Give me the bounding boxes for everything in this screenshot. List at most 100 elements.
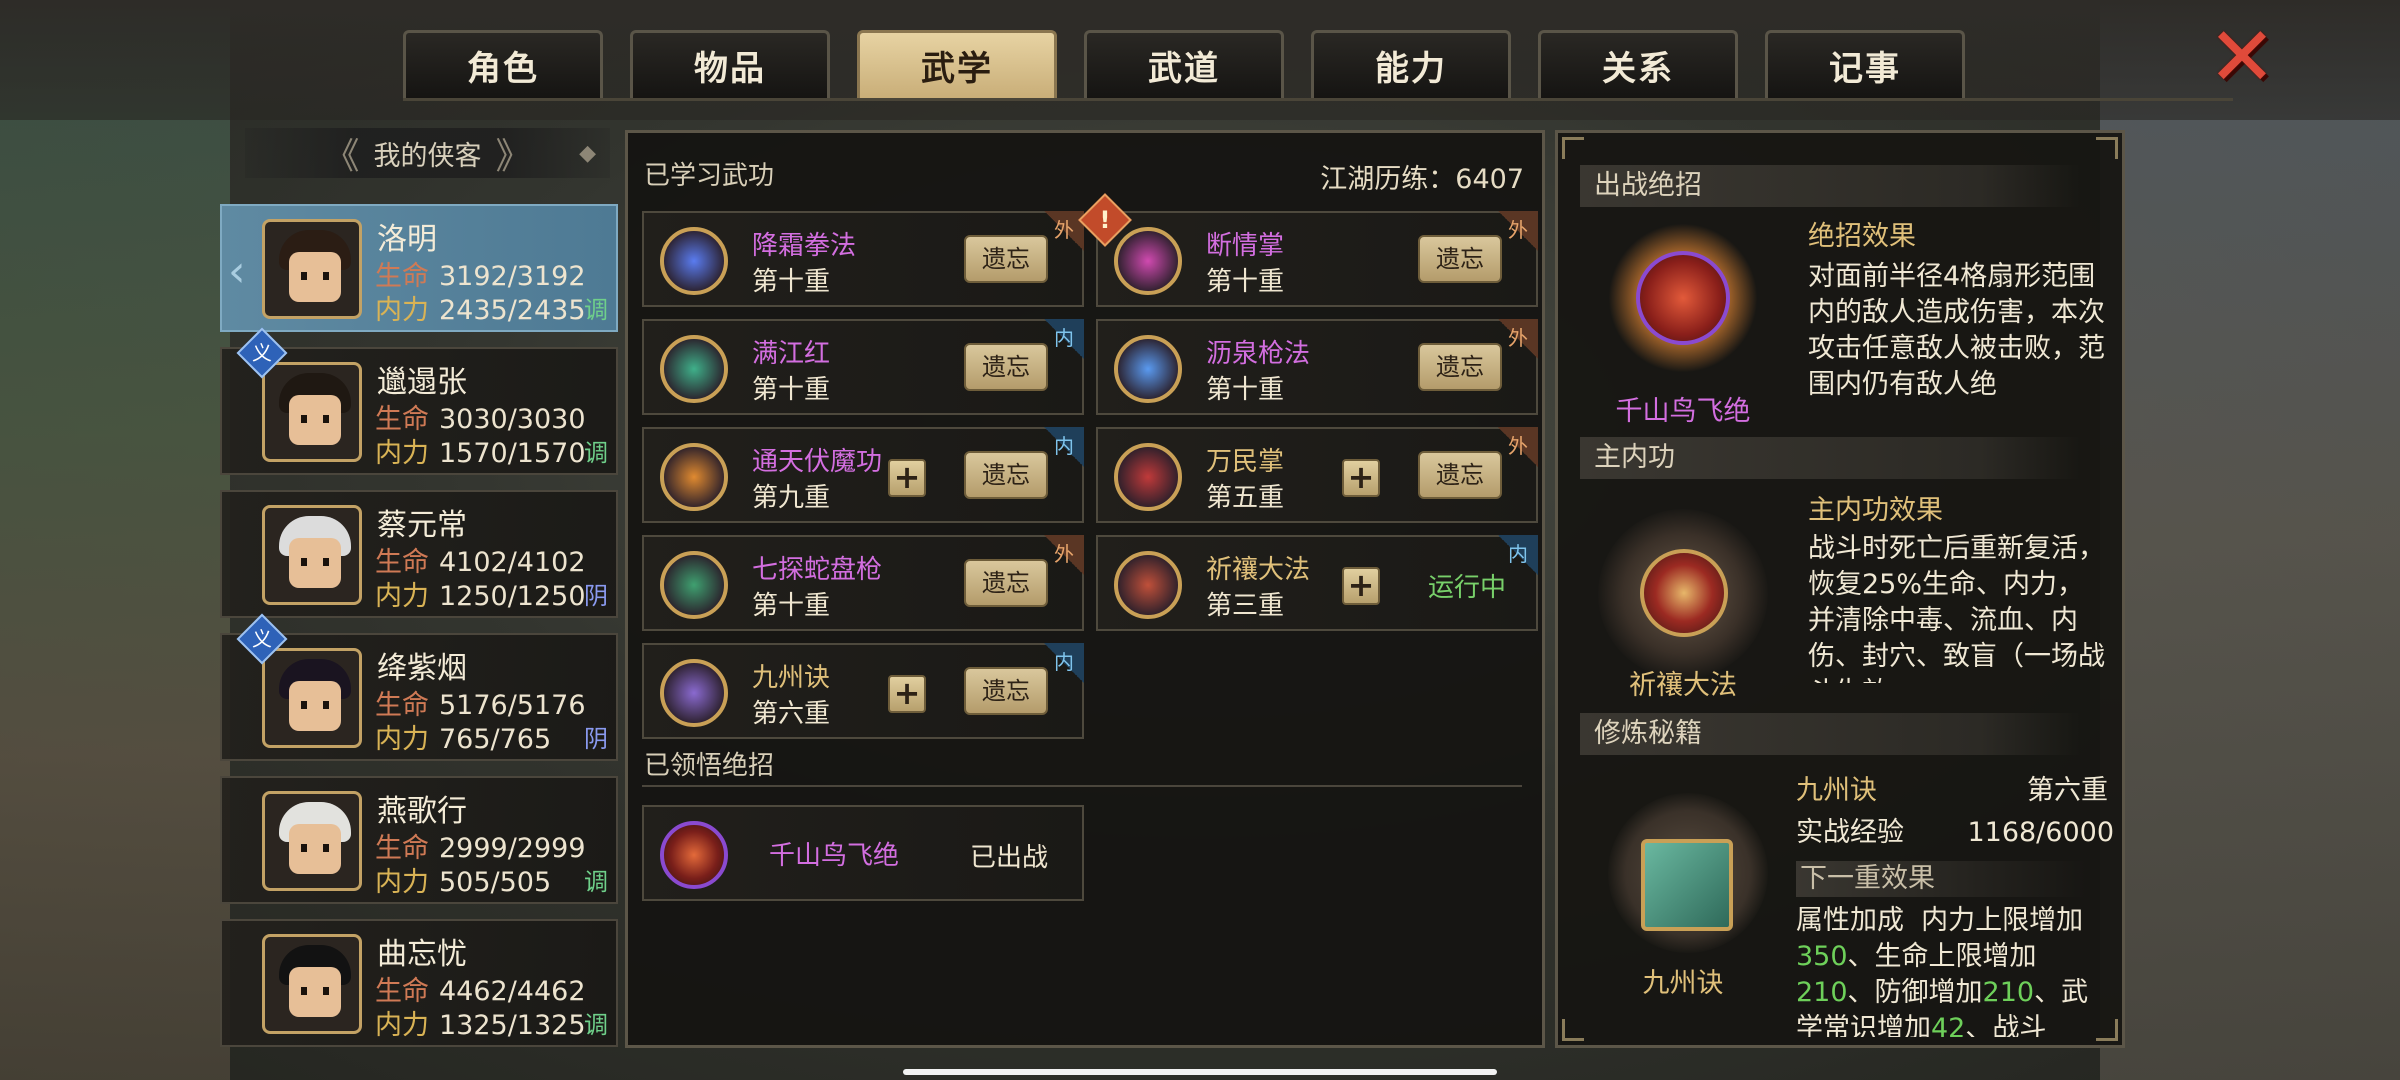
skill-type-tag: 外 [1498, 427, 1538, 467]
tab-3[interactable]: 武道 [1084, 30, 1284, 98]
skill-type-tag: 外 [1498, 319, 1538, 359]
mp-row: 内力 505/505 [375, 867, 552, 898]
tab-6[interactable]: 记事 [1765, 30, 1965, 98]
close-icon[interactable]: ✕ [2202, 17, 2282, 99]
home-indicator[interactable] [903, 1069, 1497, 1075]
element-tag: 调 [584, 1011, 608, 1039]
avatar-eye [323, 844, 329, 852]
book-name-label: 九州诀 [1642, 968, 1724, 999]
skill-card[interactable]: 通天伏魔功第九重 内 + 遗忘 [642, 427, 1084, 523]
book-name: 九州诀 [1796, 775, 1877, 806]
tab-2[interactable]: 武学 [857, 30, 1057, 98]
skill-name: 通天伏魔功 [752, 447, 883, 477]
book-icon[interactable] [1641, 839, 1733, 931]
skill-type-tag: 外 [1498, 211, 1538, 251]
avatar-eye [301, 844, 307, 852]
avatar-eye [301, 701, 307, 709]
skill-name: 沥泉枪法 [1206, 339, 1311, 369]
upgrade-plus-button[interactable]: + [888, 459, 926, 497]
tab-underline [403, 98, 2233, 101]
next-attr-label: 属性加成 [1796, 905, 1904, 936]
tab-5[interactable]: 关系 [1538, 30, 1738, 98]
avatar-face [289, 967, 341, 1017]
forget-button[interactable]: 遗忘 [964, 235, 1048, 283]
skill-card[interactable]: 七探蛇盘枪 第十重 外遗忘 [642, 535, 1084, 631]
forget-button[interactable]: 遗忘 [964, 451, 1048, 499]
upgrade-plus-button[interactable]: + [888, 675, 926, 713]
skill-icon [1114, 227, 1182, 295]
skill-name: 七探蛇盘枪 [752, 555, 883, 585]
tab-0[interactable]: 角色 [403, 30, 603, 98]
forget-button[interactable]: 遗忘 [1418, 451, 1502, 499]
diamond-icon: ◆ [579, 140, 596, 166]
character-card[interactable]: 燕歌行 生命 2999/2999 内力 505/505 调 [220, 776, 618, 904]
forget-button[interactable]: 遗忘 [964, 559, 1048, 607]
skill-card[interactable]: 沥泉枪法 第十重 外遗忘 [1096, 319, 1538, 415]
skill-name: 满江红 [752, 339, 831, 369]
forget-button[interactable]: 遗忘 [1418, 235, 1502, 283]
forget-button[interactable]: 遗忘 [964, 667, 1048, 715]
skill-card[interactable]: 万民掌 第五重 外 + 遗忘 [1096, 427, 1538, 523]
skill-type-tag: 内 [1044, 319, 1084, 359]
book-section-title: 修炼秘籍 [1580, 713, 2080, 755]
frame-corner [1562, 1019, 1584, 1041]
tab-4[interactable]: 能力 [1311, 30, 1511, 98]
character-card[interactable]: 义绛紫烟 生命 5176/5176 内力 765/765 阴 [220, 613, 618, 761]
avatar-eye [301, 558, 307, 566]
section-divider [642, 785, 1522, 787]
mp-row: 内力 765/765 [375, 724, 552, 755]
avatar-eye [323, 987, 329, 995]
skill-type-tag: 内 [1044, 427, 1084, 467]
forget-button[interactable]: 遗忘 [964, 343, 1048, 391]
skill-card[interactable]: 九州诀第六重 内 + 遗忘 [642, 643, 1084, 739]
book-level: 第六重 [2027, 775, 2108, 806]
inner-skill-icon[interactable] [1640, 549, 1728, 637]
skill-icon [660, 335, 728, 403]
avatar-face [289, 395, 341, 445]
inner-section-title: 主内功 [1580, 437, 2080, 479]
character-card[interactable]: 曲忘忧 生命 4462/4462 内力 1325/1325 调 [220, 919, 618, 1047]
ultimate-card[interactable]: 千山鸟飞绝 已出战 [642, 805, 1084, 901]
inner-skill-name: 祈禳大法 [1629, 670, 1737, 701]
tab-1[interactable]: 物品 [630, 30, 830, 98]
skill-card[interactable]: 断情掌 第十重 外遗忘 [1096, 211, 1538, 307]
skill-name: 九州诀 [752, 663, 831, 693]
next-arrow-icon[interactable]: 》 [496, 127, 532, 179]
prev-arrow-icon[interactable]: 《 [323, 127, 359, 179]
avatar-face [289, 824, 341, 874]
avatar-face [289, 252, 341, 302]
skill-level: 第九重 [752, 483, 831, 513]
inner-effect-head: 主内功效果 [1808, 495, 1943, 526]
book-exp-value: 1168/6000 [1967, 817, 2114, 848]
skill-card[interactable]: 满江红 第十重 内遗忘 [642, 319, 1084, 415]
skill-card[interactable]: 降霜拳法 第十重 外遗忘 [642, 211, 1084, 307]
battle-effect-text: 对面前半径4格扇形范围内的敌人造成伤害，本次攻击任意敌人被击败，范围内仍有敌人绝 [1808, 261, 2105, 400]
character-card[interactable]: 义邋遢张 生命 3030/3030 内力 1570/1570 调 [220, 327, 618, 475]
character-name: 绛紫烟 [377, 651, 467, 686]
character-card[interactable]: ‹ 洛明 生命 3192/3192 内力 2435/2435 调 [220, 204, 618, 332]
book-exp-label: 实战经验 [1796, 817, 1904, 848]
element-tag: 阴 [584, 582, 608, 610]
skill-level: 第三重 [1206, 591, 1285, 621]
skill-icon [1114, 335, 1182, 403]
avatar [262, 362, 362, 462]
skill-level: 第六重 [752, 699, 831, 729]
skill-level: 第十重 [752, 267, 831, 297]
upgrade-plus-button[interactable]: + [1342, 567, 1380, 605]
battle-skill-icon[interactable] [1636, 251, 1730, 345]
forget-button[interactable]: 遗忘 [1418, 343, 1502, 391]
skill-icon [660, 227, 728, 295]
skill-type-tag: 内 [1044, 643, 1084, 683]
skill-card[interactable]: 祈禳大法 第三重内 + 运行中 [1096, 535, 1538, 631]
avatar-eye [301, 987, 307, 995]
element-tag: 调 [584, 296, 608, 324]
mp-row: 内力 1250/1250 [375, 581, 586, 612]
avatar-eye [301, 272, 307, 280]
skill-icon [1114, 551, 1182, 619]
character-list: ‹ 洛明 生命 3192/3192 内力 2435/2435 调义邋遢张 生命 3030/303… [220, 204, 618, 1062]
character-card[interactable]: 蔡元常 生命 4102/4102 内力 1250/1250 阴 [220, 490, 618, 618]
skill-level: 第十重 [752, 591, 831, 621]
ultimate-skill-icon [660, 821, 728, 889]
avatar [262, 219, 362, 319]
upgrade-plus-button[interactable]: + [1342, 459, 1380, 497]
